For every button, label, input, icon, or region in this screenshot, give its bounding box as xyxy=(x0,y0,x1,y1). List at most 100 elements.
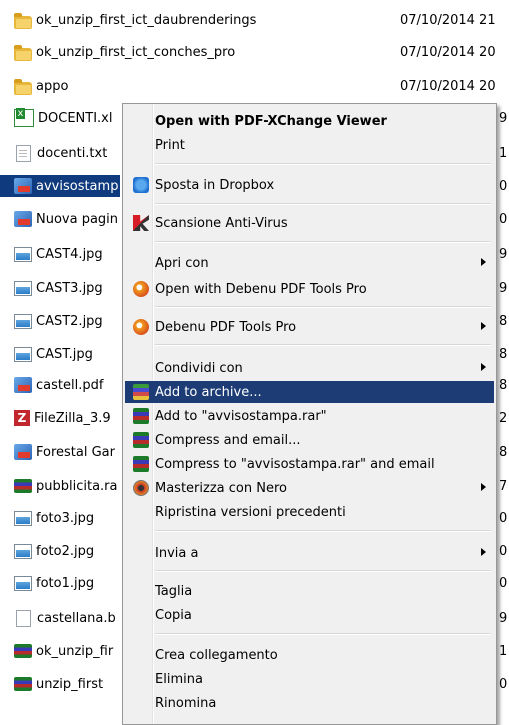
menu-item-antivirus[interactable]: Scansione Anti-Virus xyxy=(125,212,494,234)
menu-item-add-to-archive[interactable]: Add to archive... xyxy=(125,381,494,403)
file-row-folder[interactable]: ok_unzip_first_ict_daubrenderings 07/10/… xyxy=(0,8,509,32)
menu-item-label: Open with Debenu PDF Tools Pro xyxy=(155,281,367,297)
file-name: foto2.jpg xyxy=(36,543,95,559)
menu-item-dropbox[interactable]: Sposta in Dropbox xyxy=(125,174,494,196)
pdf-file-icon xyxy=(14,377,32,393)
image-file-icon xyxy=(14,280,32,296)
submenu-arrow-icon xyxy=(481,363,486,371)
file-date-fragment: 9 xyxy=(499,610,508,626)
folder-icon xyxy=(14,12,32,29)
file-date-fragment: 9 xyxy=(499,110,508,126)
menu-item-label: Debenu PDF Tools Pro xyxy=(155,319,297,335)
menu-separator xyxy=(155,570,491,572)
file-name: FileZilla_3.9 xyxy=(34,410,111,426)
image-file-icon xyxy=(14,575,32,591)
file-date-fragment: 0 xyxy=(499,178,508,194)
menu-item-compress-to-rar-email[interactable]: Compress to "avvisostampa.rar" and email xyxy=(125,453,494,475)
submenu-arrow-icon xyxy=(481,483,486,491)
image-file-icon xyxy=(14,510,32,526)
file-date-fragment: 8 xyxy=(499,377,508,393)
menu-item-label: Compress and email... xyxy=(155,432,301,448)
menu-separator xyxy=(155,203,491,205)
menu-item-open-pdf-xchange[interactable]: Open with PDF-XChange Viewer xyxy=(125,110,494,132)
menu-item-label: Invia a xyxy=(155,545,199,561)
image-file-icon xyxy=(14,313,32,329)
menu-item-open-debenu[interactable]: Open with Debenu PDF Tools Pro xyxy=(125,278,494,300)
menu-item-ripristina[interactable]: Ripristina versioni precedenti xyxy=(125,501,494,523)
file-name: avvisostamp xyxy=(36,178,119,194)
file-date-fragment: 9 xyxy=(499,246,508,262)
file-name: docenti.txt xyxy=(37,145,108,161)
winrar-icon xyxy=(133,432,149,448)
file-date: 07/10/2014 20 xyxy=(400,44,496,60)
file-date-fragment: 9 xyxy=(499,280,508,296)
menu-item-taglia[interactable]: Taglia xyxy=(125,580,494,602)
menu-item-apri-con[interactable]: Apri con xyxy=(125,252,494,274)
menu-item-label: Taglia xyxy=(155,583,193,599)
file-name: CAST3.jpg xyxy=(36,280,103,296)
menu-separator xyxy=(155,306,491,308)
menu-separator xyxy=(155,344,491,346)
menu-item-label: Open with PDF-XChange Viewer xyxy=(155,113,387,129)
menu-separator xyxy=(155,241,491,243)
file-name: pubblicita.ra xyxy=(36,478,118,494)
menu-item-rinomina[interactable]: Rinomina xyxy=(125,692,494,714)
submenu-arrow-icon xyxy=(481,258,486,266)
menu-item-print[interactable]: Print xyxy=(125,134,494,156)
blank-file-icon xyxy=(16,609,31,627)
text-file-icon xyxy=(16,144,31,162)
menu-item-invia-a[interactable]: Invia a xyxy=(125,542,494,564)
pdf-file-icon xyxy=(14,211,32,227)
menu-item-label: Ripristina versioni precedenti xyxy=(155,504,346,520)
menu-item-label: Crea collegamento xyxy=(155,647,278,663)
pdf-file-icon xyxy=(14,178,32,194)
file-name: CAST4.jpg xyxy=(36,246,103,262)
file-date-fragment: 1 xyxy=(499,145,508,161)
file-name: Nuova pagin xyxy=(36,211,119,227)
rar-file-icon xyxy=(14,644,32,658)
excel-file-icon xyxy=(14,108,34,127)
file-date-fragment: 0 xyxy=(499,575,508,591)
file-name: castellana.b xyxy=(37,610,116,626)
rar-file-icon xyxy=(14,677,32,691)
file-name: ok_unzip_fir xyxy=(36,643,114,659)
filezilla-icon: Z xyxy=(14,410,30,426)
file-date: 07/10/2014 21 xyxy=(400,12,496,28)
menu-separator xyxy=(155,163,491,165)
menu-item-label: Rinomina xyxy=(155,695,217,711)
file-date-fragment: 7 xyxy=(499,478,508,494)
file-name: Forestal Gar xyxy=(36,444,115,460)
rar-file-icon xyxy=(14,479,32,493)
file-row-folder[interactable]: appo 07/10/2014 20 xyxy=(0,74,509,98)
menu-item-label: Scansione Anti-Virus xyxy=(155,215,288,231)
menu-item-crea-collegamento[interactable]: Crea collegamento xyxy=(125,644,494,666)
menu-item-copia[interactable]: Copia xyxy=(125,604,494,626)
file-name: ok_unzip_first_ict_daubrenderings xyxy=(36,12,257,28)
file-date-fragment: 0 xyxy=(499,676,508,692)
file-name: foto1.jpg xyxy=(36,575,95,591)
menu-item-condividi-con[interactable]: Condividi con xyxy=(125,357,494,379)
pdf-file-icon xyxy=(14,444,32,460)
file-name: unzip_first xyxy=(36,676,104,692)
menu-item-debenu-tools[interactable]: Debenu PDF Tools Pro xyxy=(125,316,494,338)
menu-item-label: Copia xyxy=(155,607,192,623)
menu-item-compress-email[interactable]: Compress and email... xyxy=(125,429,494,451)
menu-item-label: Compress to "avvisostampa.rar" and email xyxy=(155,456,435,472)
folder-icon xyxy=(14,78,32,95)
menu-item-nero[interactable]: Masterizza con Nero xyxy=(125,477,494,499)
menu-item-label: Add to archive... xyxy=(155,384,262,400)
menu-item-elimina[interactable]: Elimina xyxy=(125,668,494,690)
kaspersky-icon xyxy=(133,215,149,231)
debenu-icon xyxy=(133,281,149,297)
menu-item-label: Print xyxy=(155,137,185,153)
file-name: ok_unzip_first_ict_conches_pro xyxy=(36,44,236,60)
menu-item-label: Masterizza con Nero xyxy=(155,480,287,496)
menu-item-label: Sposta in Dropbox xyxy=(155,177,275,193)
menu-item-add-to-rar[interactable]: Add to "avvisostampa.rar" xyxy=(125,405,494,427)
file-row-folder[interactable]: ok_unzip_first_ict_conches_pro 07/10/201… xyxy=(0,40,509,64)
file-name: CAST.jpg xyxy=(36,346,93,362)
menu-item-label: Elimina xyxy=(155,671,203,687)
folder-icon xyxy=(14,44,32,61)
debenu-icon xyxy=(133,319,149,335)
menu-item-label: Condividi con xyxy=(155,360,243,376)
